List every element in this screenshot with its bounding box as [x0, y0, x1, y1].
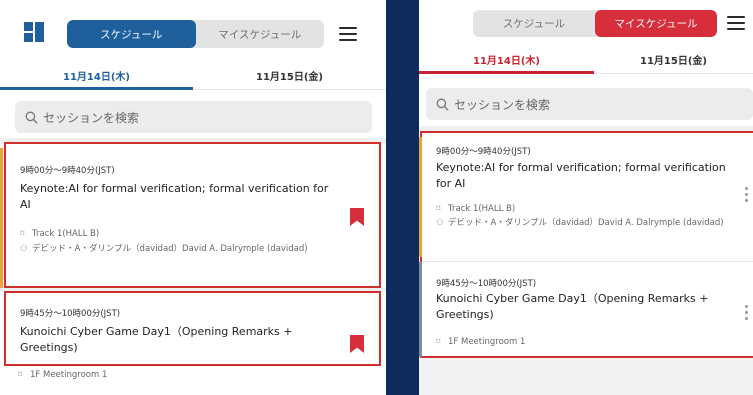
session-title: Kunoichi Cyber Game Day1（Opening Remarks… [20, 325, 293, 354]
tab-schedule[interactable]: スケジュール [67, 20, 196, 48]
date-tabs: 11月14日(木) 11月15日(金) [419, 46, 753, 74]
tab-day2[interactable]: 11月15日(金) [193, 62, 386, 89]
search-placeholder: セッションを検索 [43, 110, 140, 125]
accent-edge [419, 262, 422, 357]
session-track: ⌑ Track 1(HALL B) [20, 228, 342, 240]
session-track: ⌑ 1F Meetingroom 1 [436, 336, 736, 348]
more-vertical-icon[interactable] [745, 305, 749, 321]
bookmark-icon[interactable] [350, 208, 364, 226]
search-icon [25, 111, 38, 124]
session-speaker: ⚇ デビッド・A・ダリンプル（davidad）David A. Dalrympl… [20, 243, 342, 255]
more-vertical-icon[interactable] [745, 187, 749, 203]
schedule-toggle: スケジュール マイスケジュール [473, 10, 717, 37]
top-bar: スケジュール マイスケジュール [0, 0, 386, 68]
location-icon: ⌑ [436, 204, 441, 214]
empty-area [419, 358, 753, 395]
divider [422, 261, 753, 262]
session-speaker: ⚇ デビッド・A・ダリンプル（davidad）David A. Dalrympl… [436, 217, 736, 229]
session-card[interactable]: 9時00分〜9時40分(JST) Keynote:AI for formal v… [4, 142, 381, 288]
session-title: Keynote:AI for formal verification; form… [436, 161, 726, 190]
location-icon: ⌑ [18, 370, 23, 380]
session-title: Kunoichi Cyber Game Day1（Opening Remarks… [436, 292, 709, 321]
search-icon [436, 98, 449, 111]
tab-day1[interactable]: 11月14日(木) [0, 62, 193, 90]
person-icon: ⚇ [436, 218, 444, 228]
date-tabs: 11月14日(木) 11月15日(金) [0, 62, 386, 90]
schedule-toggle: スケジュール マイスケジュール [67, 20, 324, 48]
session-time: 9時45分〜10時00分(JST) [20, 309, 121, 319]
search-placeholder: セッションを検索 [454, 97, 551, 112]
tab-my-schedule[interactable]: マイスケジュール [196, 20, 325, 48]
accent-edge [0, 148, 3, 288]
menu-icon[interactable] [339, 27, 357, 42]
tab-day2[interactable]: 11月15日(金) [594, 46, 753, 73]
session-speaker-label: デビッド・A・ダリンプル（davidad）David A. Dalrymple … [448, 218, 724, 228]
bookmark-icon[interactable] [350, 335, 364, 353]
session-track-label: 1F Meetingroom 1 [448, 337, 526, 347]
search-input[interactable]: セッションを検索 [426, 88, 753, 120]
search-input[interactable]: セッションを検索 [15, 101, 372, 133]
my-schedule-panel: スケジュール マイスケジュール 11月14日(木) 11月15日(金) セッショ… [419, 0, 753, 395]
session-track: ⌑ 1F Meetingroom 1 [18, 370, 107, 380]
app-logo-icon[interactable] [24, 22, 44, 42]
location-icon: ⌑ [436, 337, 441, 347]
session-track-label: Track 1(HALL B) [32, 229, 100, 239]
session-time: 9時00分〜9時40分(JST) [436, 147, 531, 157]
session-track-label: Track 1(HALL B) [448, 204, 516, 214]
tab-day1[interactable]: 11月14日(木) [419, 46, 594, 74]
tab-schedule[interactable]: スケジュール [473, 10, 595, 37]
location-icon: ⌑ [20, 229, 25, 239]
accent-edge [419, 137, 422, 257]
tab-my-schedule[interactable]: マイスケジュール [595, 10, 717, 37]
schedule-panel: スケジュール マイスケジュール 11月14日(木) 11月15日(金) セッショ… [0, 0, 386, 395]
session-speaker-label: デビッド・A・ダリンプル（davidad）David A. Dalrymple … [32, 244, 308, 254]
session-track-label: 1F Meetingroom 1 [30, 370, 108, 380]
session-time: 9時45分〜10時00分(JST) [436, 279, 537, 289]
sessions-highlight: 9時00分〜9時40分(JST) Keynote:AI for formal v… [420, 131, 753, 358]
session-card[interactable]: 9時45分〜10時00分(JST) Kunoichi Cyber Game Da… [4, 291, 381, 366]
menu-icon[interactable] [727, 16, 745, 31]
session-time: 9時00分〜9時40分(JST) [20, 166, 115, 176]
session-track: ⌑ Track 1(HALL B) [436, 203, 736, 215]
person-icon: ⚇ [20, 244, 28, 254]
session-title: Keynote:AI for formal verification; form… [20, 182, 329, 211]
